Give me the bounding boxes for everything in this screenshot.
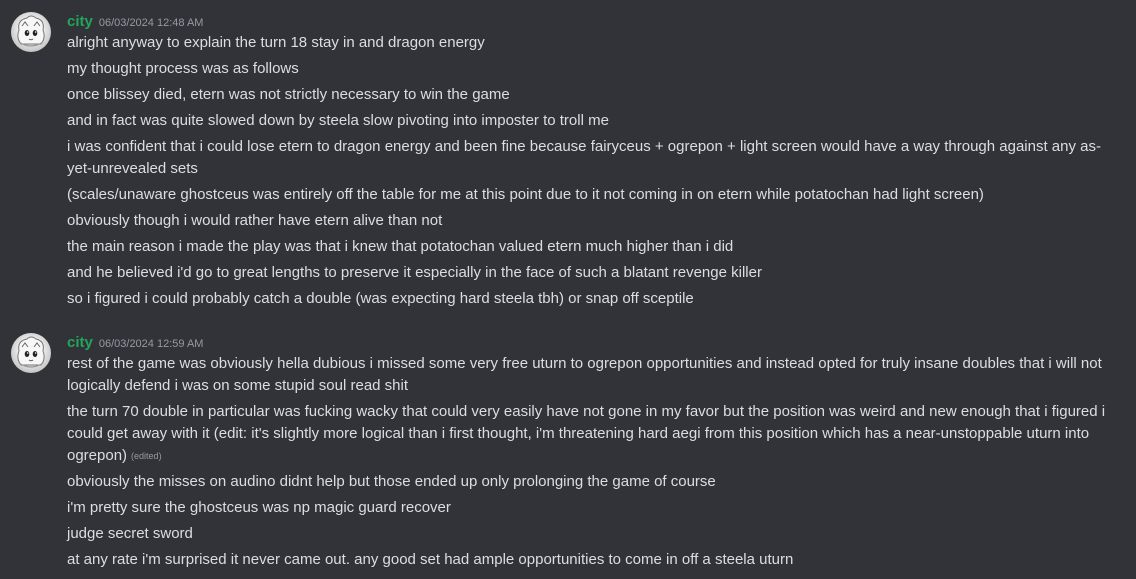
message-line-edited: the turn 70 double in particular was fuc… bbox=[67, 401, 1117, 471]
message-line: (scales/unaware ghostceus was entirely o… bbox=[67, 186, 984, 203]
edited-label: (edited) bbox=[131, 451, 162, 461]
timestamp[interactable]: 06/03/2024 12:48 AM bbox=[99, 17, 204, 29]
message-lines: alright anyway to explain the turn 18 st… bbox=[67, 32, 1117, 314]
username[interactable]: city bbox=[67, 13, 93, 30]
message-header: city 06/03/2024 12:48 AM bbox=[67, 12, 203, 32]
message-line: the main reason i made the play was that… bbox=[67, 238, 734, 255]
message-line: i was confident that i could lose etern … bbox=[67, 138, 1101, 177]
avatar-image bbox=[17, 336, 45, 368]
chat-log: city 06/03/2024 12:48 AM alright anyway t… bbox=[0, 0, 1136, 579]
message-line: alright anyway to explain the turn 18 st… bbox=[67, 34, 485, 51]
message-line: so i figured i could probably catch a do… bbox=[67, 290, 694, 307]
message-line-text: the turn 70 double in particular was fuc… bbox=[67, 403, 1106, 464]
message-line: obviously the misses on audino didnt hel… bbox=[67, 473, 716, 490]
avatar[interactable] bbox=[11, 333, 51, 373]
message-line: judge secret sword bbox=[67, 525, 193, 542]
message-header: city 06/03/2024 12:59 AM bbox=[67, 333, 203, 353]
message-line: rest of the game was obviously hella dub… bbox=[67, 355, 1102, 394]
username[interactable]: city bbox=[67, 334, 93, 351]
message-line: my thought process was as follows bbox=[67, 60, 299, 77]
message-line: at any rate i'm surprised it never came … bbox=[67, 551, 794, 568]
message-line: i'm pretty sure the ghostceus was np mag… bbox=[67, 499, 451, 516]
message-line: and in fact was quite slowed down by ste… bbox=[67, 112, 609, 129]
message-line: once blissey died, etern was not strictl… bbox=[67, 86, 510, 103]
timestamp[interactable]: 06/03/2024 12:59 AM bbox=[99, 338, 204, 350]
message-line: obviously though i would rather have ete… bbox=[67, 212, 443, 229]
message-line: and he believed i'd go to great lengths … bbox=[67, 264, 762, 281]
avatar[interactable] bbox=[11, 12, 51, 52]
message-lines: rest of the game was obviously hella dub… bbox=[67, 353, 1117, 575]
avatar-image bbox=[17, 15, 45, 47]
